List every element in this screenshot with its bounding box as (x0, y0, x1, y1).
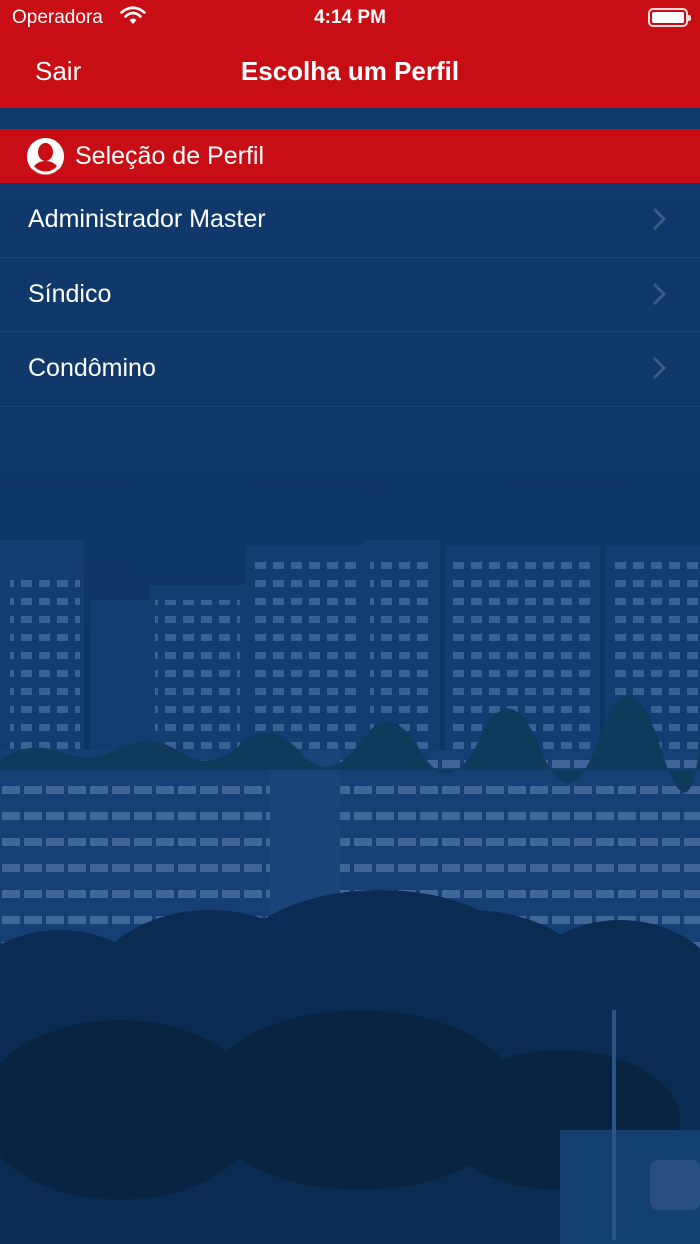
status-bar: Operadora 4:14 PM (0, 0, 700, 36)
profile-label: Administrador Master (28, 205, 266, 233)
profile-row-administrador-master[interactable]: Administrador Master (0, 183, 700, 258)
section-header: Seleção de Perfil (0, 129, 700, 183)
battery-icon (648, 8, 691, 27)
chevron-right-icon (652, 207, 667, 231)
profile-row-condomino[interactable]: Condômino (0, 332, 700, 407)
profile-row-sindico[interactable]: Síndico (0, 258, 700, 332)
page-title: Escolha um Perfil (240, 56, 460, 86)
top-bar: Operadora 4:14 PM Sair Escolha um Perfil (0, 0, 700, 108)
chevron-right-icon (652, 356, 667, 380)
profile-list: Administrador Master Síndico Condômino (0, 183, 700, 407)
section-header-label: Seleção de Perfil (75, 142, 265, 170)
chevron-right-icon (652, 282, 667, 306)
profile-label: Condômino (28, 354, 156, 382)
navigation-bar: Sair Escolha um Perfil (0, 44, 700, 100)
profile-label: Síndico (28, 279, 112, 308)
clock: 4:14 PM (314, 7, 386, 28)
user-avatar-icon (27, 138, 64, 175)
